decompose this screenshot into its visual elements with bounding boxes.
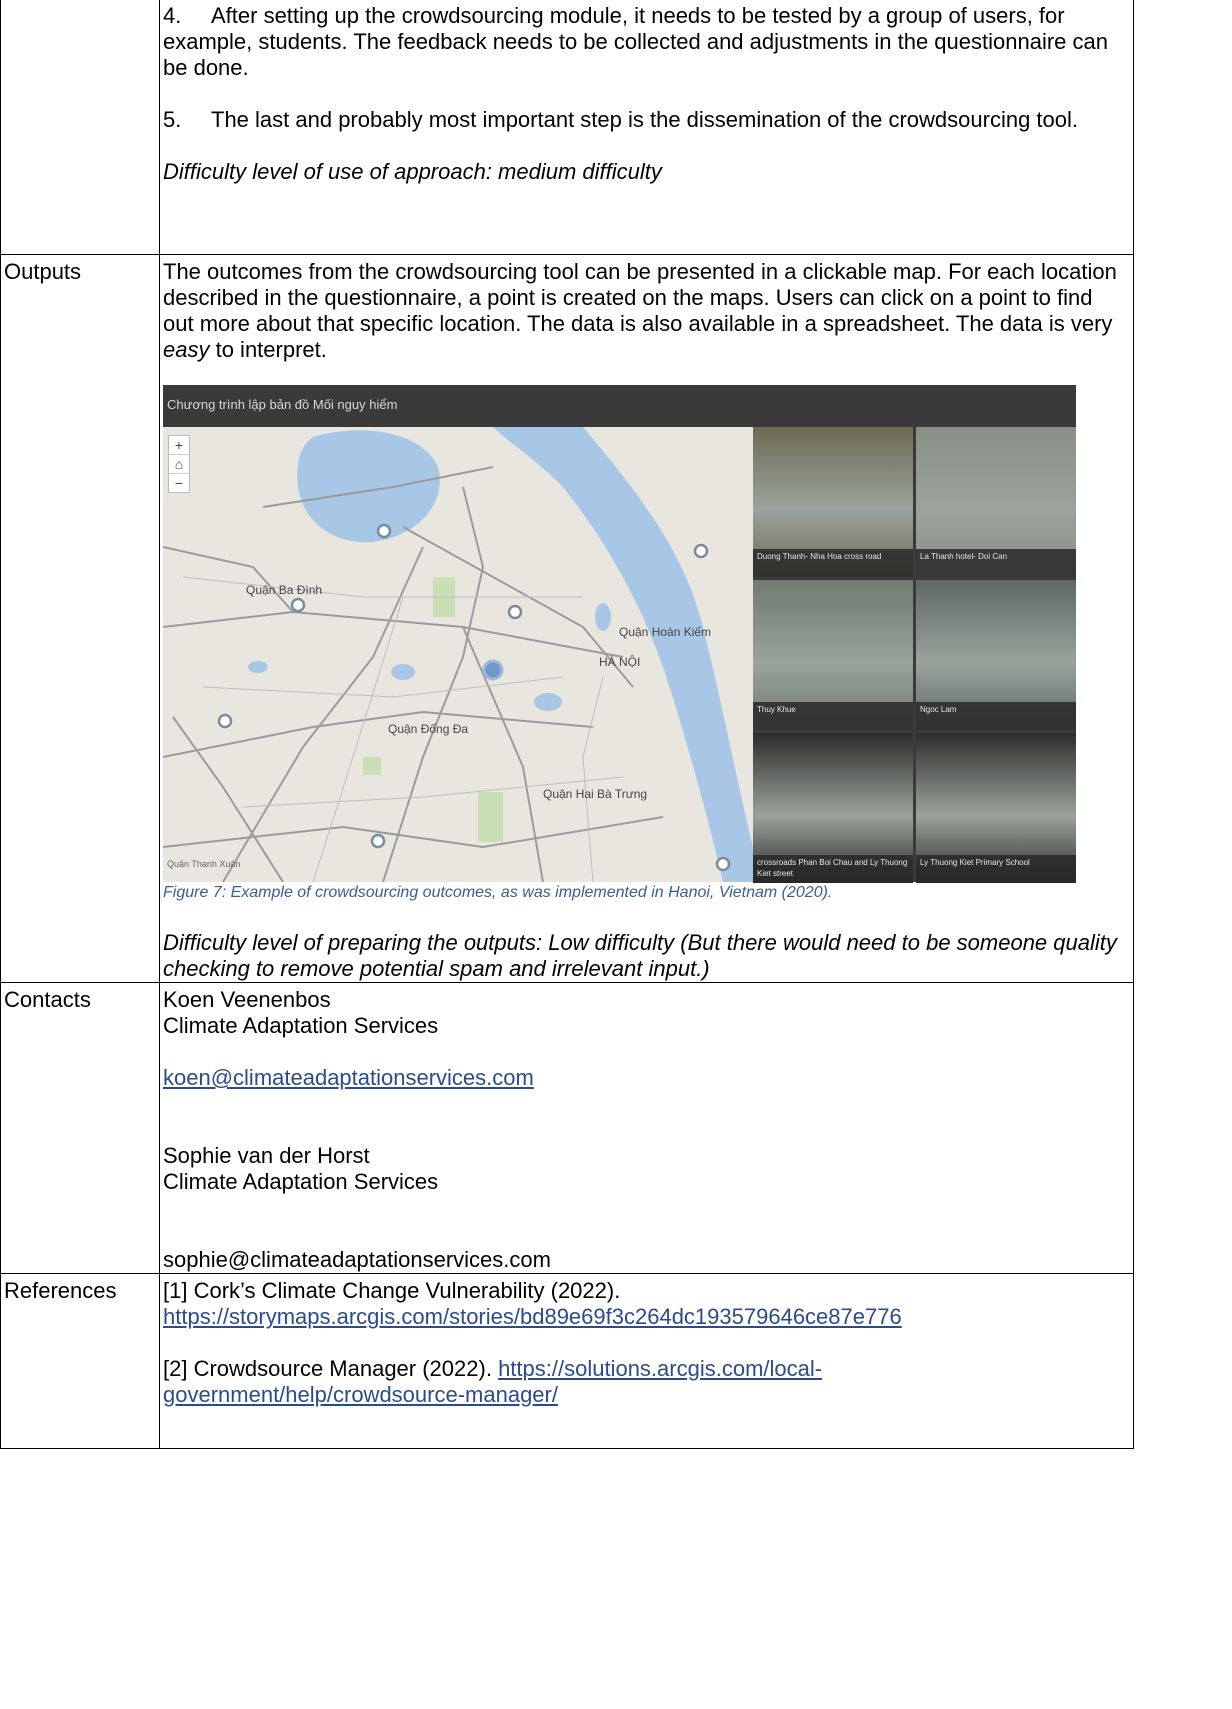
contacts-content-cell: Koen Veenenbos Climate Adaptation Servic…: [159, 982, 1134, 1274]
photo-caption: Duong Thanh- Nha Hoa cross road: [753, 549, 913, 577]
contact-email-2: sophie@climateadaptationservices.com: [163, 1247, 551, 1272]
outputs-row: Outputs The outcomes from the crowdsourc…: [0, 254, 1134, 983]
reference-1-text: [1] Cork’s Climate Change Vulnerability …: [163, 1278, 621, 1303]
photo-tile[interactable]: Ngoc Lam: [916, 580, 1076, 730]
reference-2-link-part2[interactable]: government/help/crowdsource-manager/: [163, 1382, 558, 1407]
steps-row: 4. After setting up the crowdsourcing mod…: [0, 0, 1134, 255]
outputs-text: The outcomes from the crowdsourcing tool…: [163, 259, 1117, 362]
photo-tile[interactable]: La Thanh hotel- Doi Can: [916, 427, 1076, 577]
map-title-bar: Chương trình lập bản đồ Mối nguy hiểm: [163, 385, 1076, 427]
map-canvas[interactable]: + ⌂ − Quận Ba Đình Quận Hoàn Kiếm HÀ NỘI…: [163, 427, 753, 882]
reference-2-link-part1[interactable]: https://solutions.arcgis.com/local-: [498, 1356, 822, 1381]
map-label-hai-ba-trung: Quận Hai Bà Trưng: [543, 787, 648, 801]
map-label-hoan-kiem: Quận Hoàn Kiếm: [619, 625, 712, 639]
crowdsourcing-map-figure: Chương trình lập bản đồ Mối nguy hiểm + …: [163, 385, 1076, 883]
contact-name-2: Sophie van der Horst: [163, 1143, 370, 1168]
map-label-thanh-xuan: Quận Thanh Xuân: [167, 859, 241, 869]
home-button[interactable]: ⌂: [169, 455, 189, 474]
contact-org-1: Climate Adaptation Services: [163, 1013, 439, 1038]
contact-name-1: Koen Veenenbos: [163, 987, 331, 1012]
photo-caption: Thuy Khue: [753, 702, 913, 730]
zoom-in-button[interactable]: +: [169, 436, 189, 455]
photo-caption: Ngoc Lam: [916, 702, 1076, 730]
photo-caption: Ly Thuong Kiet Primary School: [916, 855, 1076, 883]
outputs-difficulty: Difficulty level of preparing the output…: [163, 930, 1117, 981]
photo-tile[interactable]: Thuy Khue: [753, 580, 913, 730]
references-row: References [1] Cork’s Climate Change Vul…: [0, 1273, 1134, 1449]
photo-tile[interactable]: crossroads Phan Boi Chau and Ly Thuong K…: [753, 733, 913, 883]
steps-content-cell: 4. After setting up the crowdsourcing mod…: [159, 0, 1134, 255]
reference-1-link[interactable]: https://storymaps.arcgis.com/stories/bd8…: [163, 1304, 902, 1329]
step-4: 4. After setting up the crowdsourcing mod…: [163, 3, 1108, 80]
map-label-ha-noi: HÀ NỘI: [599, 655, 641, 669]
references-content-cell: [1] Cork’s Climate Change Vulnerability …: [159, 1273, 1134, 1449]
photo-caption: crossroads Phan Boi Chau and Ly Thuong K…: [753, 855, 913, 883]
outputs-label: Outputs: [0, 254, 160, 983]
map-zoom-controls: + ⌂ −: [168, 435, 190, 493]
steps-label-cell: [0, 0, 160, 255]
contact-org-2: Climate Adaptation Services: [163, 1169, 439, 1194]
map-label-ba-dinh: Quận Ba Đình: [246, 583, 323, 597]
outputs-content-cell: The outcomes from the crowdsourcing tool…: [159, 254, 1134, 983]
document-table: 4. After setting up the crowdsourcing mod…: [0, 0, 1134, 1449]
reference-2: [2] Crowdsource Manager (2022). https://…: [163, 1356, 823, 1407]
photo-tile[interactable]: Ly Thuong Kiet Primary School: [916, 733, 1076, 883]
photo-tile[interactable]: Duong Thanh- Nha Hoa cross road: [753, 427, 913, 577]
contacts-row: Contacts Koen Veenenbos Climate Adaptati…: [0, 982, 1134, 1274]
figure-caption: Figure 7: Example of crowdsourcing outco…: [163, 884, 833, 901]
photo-grid: Duong Thanh- Nha Hoa cross road La Thanh…: [753, 427, 1076, 883]
zoom-out-button[interactable]: −: [169, 474, 189, 492]
map-label-dong-da: Quận Đống Đa: [388, 722, 469, 736]
steps-difficulty: Difficulty level of use of approach: med…: [163, 159, 662, 184]
contact-email-1-link[interactable]: koen@climateadaptationservices.com: [163, 1065, 534, 1090]
references-label: References: [0, 1273, 160, 1449]
step-5: 5. The last and probably most important s…: [163, 107, 1079, 132]
photo-caption: La Thanh hotel- Doi Can: [916, 549, 1076, 577]
contacts-label: Contacts: [0, 982, 160, 1274]
map-svg: [163, 427, 753, 882]
